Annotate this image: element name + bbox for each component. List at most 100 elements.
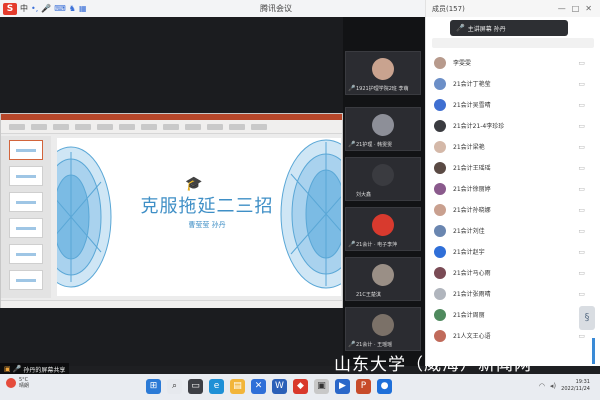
avatar (434, 329, 446, 342)
window-title: 腾讯会议 (260, 4, 292, 13)
avatar (434, 203, 446, 216)
avatar (434, 119, 446, 132)
task-view-icon[interactable]: ▭ (188, 379, 203, 394)
member-row[interactable]: 21会计周丽▭ (426, 304, 600, 325)
mic-icon[interactable]: ▭ (578, 227, 585, 235)
ime-language[interactable]: 中 (20, 0, 28, 17)
participant-video (372, 264, 394, 286)
flower-right-decoration (280, 139, 341, 289)
video-tile[interactable]: 🎤 21护理 · 韩雯雯 (345, 107, 421, 151)
member-row[interactable]: 21会计梁艳 ▭ (426, 136, 600, 157)
wifi-icon[interactable]: ◠ (539, 382, 545, 390)
edge-icon[interactable]: e (209, 379, 224, 394)
member-name: 21会计孙晓娜 (453, 207, 491, 214)
member-row[interactable]: 21会计21-4李珍珍 ▭ (426, 115, 600, 136)
slide-subtitle: 曹莹莹 孙丹 (188, 221, 226, 229)
avatar (434, 224, 446, 237)
mic-icon[interactable]: ▭ (578, 101, 585, 109)
mic-icon[interactable]: ▭ (578, 164, 585, 172)
participant-name: 21会计 · 王瑶瑶 (356, 342, 393, 348)
avatar (434, 140, 446, 153)
file-explorer-icon[interactable]: ▤ (230, 379, 245, 394)
chat-app-icon[interactable]: ● (377, 379, 392, 394)
start-icon[interactable]: ⊞ (146, 379, 161, 394)
sogou-logo-icon[interactable]: S (3, 2, 17, 15)
participant-name: 21C王楚淇 (356, 292, 381, 298)
video-tiles-column: 🎤 1921护理学院2班 李萌 🎤 21护理 · 韩雯雯 刘大鑫 🎤 21会计 … (343, 17, 425, 366)
video-tile[interactable]: 🎤 1921护理学院2班 李萌 (345, 51, 421, 95)
slide-thumbnail[interactable] (9, 244, 43, 264)
avatar (434, 182, 446, 195)
video-tile[interactable]: 刘大鑫 (345, 157, 421, 201)
member-row[interactable]: 21会计张雨晴 ▭ (426, 283, 600, 304)
member-row[interactable]: 李雯雯 ▭ (426, 52, 600, 73)
slide-thumbnail[interactable] (9, 192, 43, 212)
powerpoint-icon[interactable]: P (356, 379, 371, 394)
member-name: 21会计吴雪晴 (453, 102, 491, 109)
minimize-button[interactable]: — (558, 4, 566, 13)
slide-title: 克服拖延二三招 (140, 196, 274, 217)
mic-icon[interactable]: ▭ (578, 122, 585, 130)
scrollbar[interactable] (592, 338, 595, 364)
slide-thumbnail[interactable] (9, 218, 43, 238)
floating-tool-button[interactable]: § (579, 306, 595, 330)
taskbar: 5°C 晴朗 ⊞ ⌕ ▭ e ▤ ✕ W ◆ ▣ ▶ P ● ◠ ◂) 19:3… (0, 374, 600, 400)
ppt-toolbar (1, 120, 342, 134)
mic-icon[interactable]: ▭ (578, 248, 585, 256)
mic-icon[interactable]: ▭ (578, 269, 585, 277)
member-name: 21会计张雨晴 (453, 291, 491, 298)
system-tray: ◠ ◂) 19:31 2022/11/24 (539, 379, 590, 393)
member-name: 21会计丁艳莹 (453, 81, 491, 88)
video-tile[interactable]: 21C王楚淇 (345, 257, 421, 301)
close-button[interactable]: ✕ (585, 4, 592, 13)
video-tile[interactable]: 🎤 21会计 · 王瑶瑶 (345, 307, 421, 351)
mic-icon[interactable]: ▭ (578, 290, 585, 298)
member-row[interactable]: 21会计马心雨 ▭ (426, 262, 600, 283)
word-icon[interactable]: W (272, 379, 287, 394)
video-tile[interactable]: 🎤 21会计 · 电子李萍 (345, 207, 421, 251)
member-row[interactable]: 21会计孙晓娜 ▭ (426, 199, 600, 220)
mic-icon[interactable]: ▭ (578, 185, 585, 193)
member-search-input[interactable] (432, 38, 594, 48)
app-gray-icon[interactable]: ▣ (314, 379, 329, 394)
mic-icon[interactable]: ▭ (578, 332, 585, 340)
search-icon[interactable]: ⌕ (167, 379, 182, 394)
slide-thumbnail[interactable] (9, 166, 43, 186)
menu-grid-icon[interactable]: ▦ (79, 0, 87, 17)
clock[interactable]: 19:31 2022/11/24 (561, 379, 590, 393)
member-row[interactable]: 21会计吴雪晴 ▭ (426, 94, 600, 115)
screen: S 中 •, 🎤 ⌨ ♞ ▦ 腾讯会议 🎓 克服拖延二三招 曹莹莹 孙丹 ▣ 🎤… (0, 0, 600, 400)
mic-icon[interactable]: ▭ (578, 80, 585, 88)
participant-video (372, 114, 394, 136)
mic-icon[interactable]: 🎤 (41, 0, 51, 17)
avatar (434, 308, 446, 321)
title-bar: S 中 •, 🎤 ⌨ ♞ ▦ 腾讯会议 (0, 0, 425, 17)
maximize-button[interactable]: □ (572, 4, 580, 13)
participant-name: 1921护理学院2班 李萌 (356, 86, 409, 92)
member-row[interactable]: 21会计赵宇 ▭ (426, 241, 600, 262)
member-row[interactable]: 21会计刘佳 ▭ (426, 220, 600, 241)
member-row[interactable]: 21会计徐丽婷 ▭ (426, 178, 600, 199)
skin-icon[interactable]: ♞ (69, 0, 76, 17)
participant-name: 21护理 · 韩雯雯 (356, 142, 393, 148)
mic-icon[interactable]: ▭ (578, 59, 585, 67)
slide-thumbnail[interactable] (9, 270, 43, 290)
punctuation-icon[interactable]: •, (31, 0, 38, 17)
mic-icon[interactable]: ▭ (578, 206, 585, 214)
slide-thumbnail[interactable] (9, 140, 43, 160)
mic-icon[interactable]: ▭ (578, 143, 585, 151)
member-row[interactable]: 21人文王心语 ▭ (426, 325, 600, 346)
speaker-toast-text: 主讲屏幕 孙丹 (467, 25, 506, 33)
weather-widget[interactable]: 5°C 晴朗 (6, 377, 29, 389)
participant-name: 21会计 · 电子李萍 (356, 242, 398, 248)
mic-icon: 🎤 (348, 141, 356, 148)
member-row[interactable]: 21会计王瑶瑶 ▭ (426, 157, 600, 178)
tencent-meeting-icon[interactable]: ▶ (335, 379, 350, 394)
avatar (434, 161, 446, 174)
xd-app-icon[interactable]: ✕ (251, 379, 266, 394)
app-red-icon[interactable]: ◆ (293, 379, 308, 394)
ime-toolbar[interactable]: S 中 •, 🎤 ⌨ ♞ ▦ (0, 0, 87, 17)
keyboard-icon[interactable]: ⌨ (54, 0, 66, 17)
member-row[interactable]: 21会计丁艳莹 ▭ (426, 73, 600, 94)
volume-icon[interactable]: ◂) (550, 382, 556, 390)
